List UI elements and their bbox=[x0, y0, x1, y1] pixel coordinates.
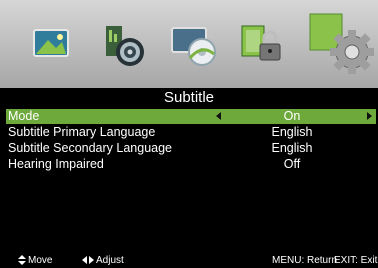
left-right-icon bbox=[82, 256, 94, 265]
setting-value: Off bbox=[283, 157, 301, 171]
page-title: Subtitle bbox=[0, 88, 378, 108]
setting-label: Subtitle Secondary Language bbox=[8, 141, 173, 155]
picture-icon[interactable] bbox=[22, 14, 82, 74]
setting-value: On bbox=[283, 109, 301, 123]
hint-adjust-label: Adjust bbox=[96, 255, 124, 266]
setting-value: English bbox=[271, 141, 313, 155]
arrow-right-icon[interactable] bbox=[367, 112, 372, 120]
hint-move: Move bbox=[18, 254, 52, 268]
setting-value: English bbox=[271, 125, 313, 139]
setting-label: Subtitle Primary Language bbox=[8, 125, 156, 139]
tv-osd-screen: Subtitle Mode On Subtitle Primary Langua… bbox=[0, 0, 378, 268]
arrow-left-icon[interactable] bbox=[216, 112, 221, 120]
hint-menu-return: MENU: Return bbox=[272, 255, 338, 266]
menu-icon-bar bbox=[0, 0, 378, 88]
setting-label: Mode bbox=[8, 109, 40, 123]
setup-gear-icon[interactable] bbox=[306, 8, 378, 80]
settings-list: Mode On Subtitle Primary Language Englis… bbox=[0, 108, 378, 254]
setting-row-secondary-language[interactable]: Subtitle Secondary Language English bbox=[6, 141, 376, 156]
hint-move-label: Move bbox=[28, 255, 53, 266]
key-hint-bar: Move Adjust MENU: Return EXIT: Exit bbox=[0, 254, 378, 268]
hint-adjust: Adjust bbox=[82, 254, 124, 268]
setting-row-mode[interactable]: Mode On bbox=[6, 109, 376, 124]
up-down-icon bbox=[18, 255, 26, 266]
setting-label: Hearing Impaired bbox=[8, 157, 104, 171]
setting-row-hearing-impaired[interactable]: Hearing Impaired Off bbox=[6, 157, 376, 172]
hint-exit: EXIT: Exit bbox=[334, 255, 378, 266]
lock-icon[interactable] bbox=[230, 14, 290, 74]
sound-icon[interactable] bbox=[92, 14, 152, 74]
setting-row-primary-language[interactable]: Subtitle Primary Language English bbox=[6, 125, 376, 140]
channel-icon[interactable] bbox=[162, 14, 222, 74]
